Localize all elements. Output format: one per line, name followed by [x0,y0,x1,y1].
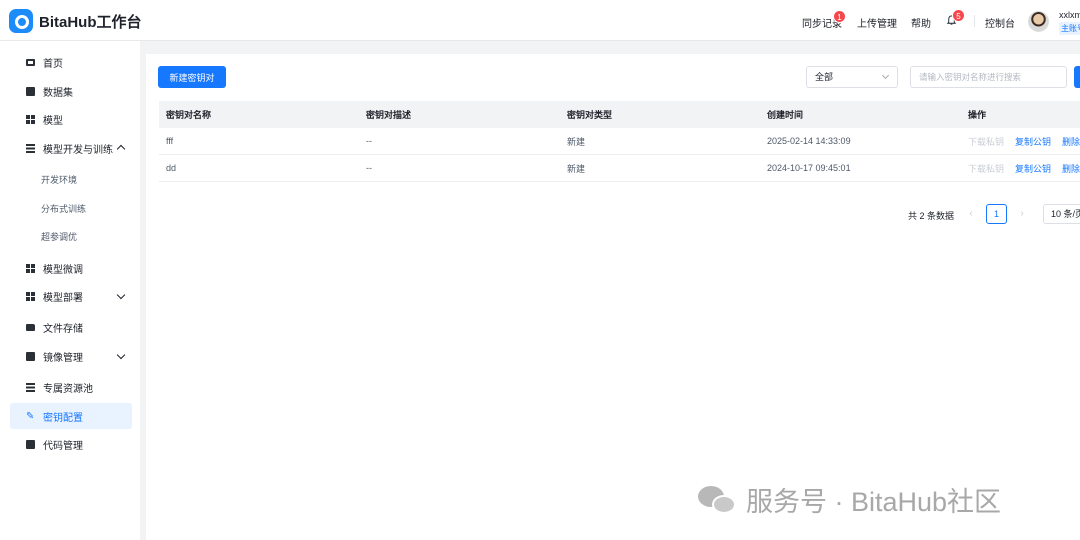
deploy-icon [26,291,35,301]
keypair-type: 新建 [567,136,586,147]
sidebar-item-dev-env[interactable]: 开发环境 [10,166,132,192]
sidebar-item-label: 文件存储 [43,323,83,335]
sidebar-item-hyperparam-tuning[interactable]: 超参调优 [10,223,132,249]
sidebar-item-label: 模型微调 [43,264,83,276]
sidebar-item-resource-pool[interactable]: 专属资源池 [10,374,132,400]
sidebar-item-label: 专属资源池 [43,383,93,395]
sync-badge: 1 [833,10,846,23]
sidebar-item-home[interactable]: 首页 [10,49,132,75]
sidebar-item-label: 首页 [43,58,63,70]
logo[interactable]: BitaHub工作台 [9,9,142,33]
sidebar-item-model-dev[interactable]: 模型开发与训练 [10,135,132,161]
keypair-table: 密钥对名称 密钥对描述 密钥对类型 创建时间 操作 fff -- 新建 2025… [159,101,1080,182]
column-header: 密钥对名称 [166,110,212,120]
console-link[interactable]: 控制台 [985,15,1015,30]
delete-link[interactable]: 删除 [1062,162,1080,175]
model-icon [26,114,35,124]
search-input[interactable] [910,66,1067,88]
sidebar-item-label: 代码管理 [43,440,83,452]
keypair-type: 新建 [567,163,586,174]
chevron-down-icon [116,290,126,300]
keypair-created: 2025-02-14 14:33:09 [767,136,851,146]
table-row: fff -- 新建 2025-02-14 14:33:09 下载私钥 复制公钥 … [159,128,1080,155]
help-link[interactable]: 帮助 [911,15,931,30]
filter-value: 全部 [815,72,834,82]
sidebar-item-label: 密钥配置 [43,412,83,424]
keypair-name: dd [166,163,177,173]
keypair-desc: -- [366,163,372,173]
sidebar-item-distributed-training[interactable]: 分布式训练 [10,195,132,221]
sidebar-item-models[interactable]: 模型 [10,106,132,132]
copy-public-key-link[interactable]: 复制公钥 [1015,135,1051,148]
chevron-up-icon [116,144,126,154]
notification-badge: 5 [952,9,965,22]
sidebar-item-label: 开发环境 [41,174,78,185]
keypair-name: fff [166,136,174,146]
sidebar-item-label: 镜像管理 [43,352,83,364]
delete-link[interactable]: 删除 [1062,135,1080,148]
sidebar-item-label: 模型部署 [43,292,83,304]
chevron-down-icon [881,71,890,80]
chevron-down-icon [116,350,126,360]
wechat-icon [698,484,738,516]
copy-public-key-link[interactable]: 复制公钥 [1015,162,1051,175]
avatar[interactable] [1028,11,1049,32]
keypair-desc: -- [366,136,372,146]
pool-icon [26,382,35,392]
sidebar: 首页 数据集 模型 模型开发与训练 开发环境 分布式训练 超参调优 模型微调 模… [0,41,140,540]
column-header: 操作 [968,110,987,120]
key-icon: ✎ [26,410,35,422]
watermark-text: 服务号 · BitaHub社区 [746,487,1002,517]
chevron-left-icon[interactable]: ‹ [963,206,979,222]
user-role-tag: 主账号 [1059,22,1080,35]
table-row: dd -- 新建 2024-10-17 09:45:01 下载私钥 复制公钥 删… [159,155,1080,182]
dataset-icon [26,86,35,96]
sidebar-item-label: 分布式训练 [41,203,87,214]
dev-icon [26,143,35,153]
code-icon [26,439,35,449]
type-filter-select[interactable]: 全部 [806,66,898,88]
search-button[interactable] [1074,66,1080,88]
sidebar-item-deploy[interactable]: 模型部署 [10,283,132,309]
create-keypair-button[interactable]: 新建密钥对 [158,66,226,88]
download-private-key-link[interactable]: 下载私钥 [968,135,1004,148]
download-private-key-link[interactable]: 下载私钥 [968,162,1004,175]
sidebar-item-key-config[interactable]: ✎ 密钥配置 [10,403,132,429]
column-header: 密钥对类型 [567,110,613,120]
table-header: 密钥对名称 密钥对描述 密钥对类型 创建时间 操作 [159,101,1080,128]
column-header: 密钥对描述 [366,110,412,120]
user-name[interactable]: xxlxm [1059,10,1080,20]
pagination-total: 共 2 条数据 [908,211,955,221]
sidebar-item-label: 数据集 [43,87,73,99]
main-panel: 新建密钥对 全部 密钥对名称 密钥对描述 密钥对类型 创建时间 操作 fff -… [146,54,1080,540]
finetune-icon [26,263,35,273]
chevron-right-icon[interactable]: › [1014,206,1030,222]
sidebar-item-code-manage[interactable]: 代码管理 [10,431,132,457]
sidebar-item-label: 超参调优 [41,231,78,242]
sidebar-item-label: 模型 [43,115,63,127]
column-header: 创建时间 [767,110,804,120]
page-size-select[interactable]: 10 条/页 [1043,204,1080,224]
sidebar-item-file-storage[interactable]: 文件存储 [10,314,132,340]
sidebar-item-datasets[interactable]: 数据集 [10,78,132,104]
sidebar-item-label: 模型开发与训练 [43,144,113,156]
image-icon [26,351,35,361]
sidebar-item-image-manage[interactable]: 镜像管理 [10,343,132,369]
header-divider [974,15,975,27]
bitahub-logo-icon [9,9,33,33]
folder-icon [26,323,35,331]
top-header: BitaHub工作台 同步记录 1 上传管理 帮助 5 控制台 xxlxm 主账… [0,0,1080,41]
watermark: 服务号 · BitaHub社区 [698,480,1001,519]
pagination-page-current[interactable]: 1 [986,204,1007,224]
keypair-created: 2024-10-17 09:45:01 [767,163,851,173]
sidebar-item-finetune[interactable]: 模型微调 [10,255,132,281]
monitor-icon [26,58,35,66]
upload-manage-link[interactable]: 上传管理 [857,15,897,30]
logo-text: BitaHub工作台 [39,13,142,31]
